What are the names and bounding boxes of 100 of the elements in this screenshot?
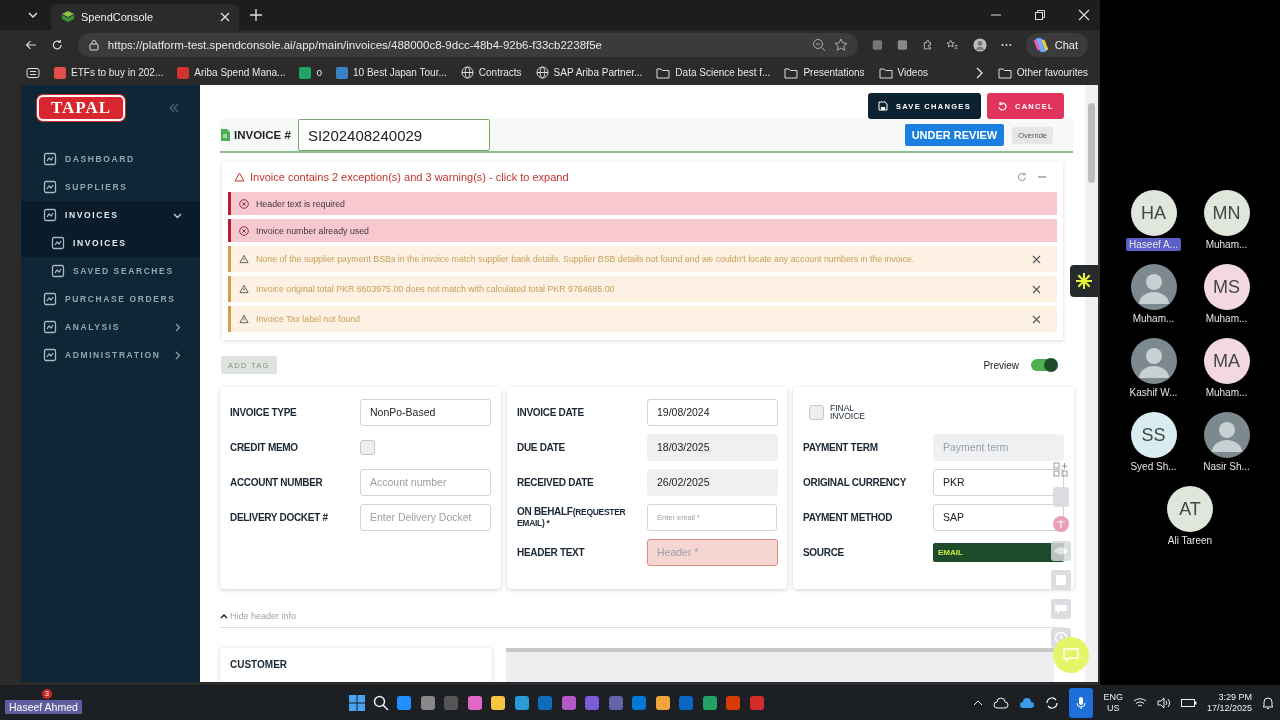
browser-tab[interactable]: SpendConsole: [51, 4, 239, 30]
app-icon[interactable]: [560, 694, 577, 711]
nav-item[interactable]: INVOICES: [21, 229, 200, 257]
speaker-icon[interactable]: [1156, 696, 1171, 709]
invoice-number-field[interactable]: SI202408240029: [297, 119, 490, 151]
text-field[interactable]: 26/02/2025: [647, 468, 778, 496]
bell-icon[interactable]: [1262, 695, 1274, 710]
cloud-icon[interactable]: [993, 696, 1010, 709]
app-icon[interactable]: [466, 694, 483, 711]
app-icon[interactable]: [490, 694, 506, 711]
text-field[interactable]: Header *: [647, 538, 778, 566]
close-icon[interactable]: [1032, 284, 1041, 294]
avatar-icon[interactable]: [1130, 264, 1177, 310]
bookmark[interactable]: Data Science best f...: [656, 66, 771, 79]
close-icon[interactable]: [1032, 254, 1041, 264]
participant-name: Muham...: [1204, 238, 1249, 251]
bookmark[interactable]: Contracts: [460, 66, 522, 79]
extension-icon[interactable]: [896, 38, 908, 52]
text-field[interactable]: SAP: [933, 503, 1064, 531]
text-field[interactable]: PKR: [933, 468, 1064, 496]
app-icon[interactable]: [513, 694, 530, 711]
bookmark[interactable]: Ariba Spend Mana...: [177, 66, 286, 79]
participant-name: Muham...: [1204, 312, 1249, 325]
text-field[interactable]: Account number: [360, 468, 491, 496]
profile-icon[interactable]: [972, 36, 987, 54]
nav-item[interactable]: SAVED SEARCHES: [21, 257, 200, 285]
clock-time[interactable]: 3:29 PM: [1218, 691, 1252, 703]
warning-icon: [239, 254, 249, 264]
checkbox[interactable]: [809, 404, 824, 420]
asterisk-icon: [1075, 272, 1093, 290]
star-icon[interactable]: [833, 38, 848, 52]
add-widget-icon[interactable]: [1053, 462, 1069, 478]
field-label: ACCOUNT NUMBER: [230, 476, 324, 488]
nav-item[interactable]: ADMINISTRATION: [21, 341, 200, 369]
checkbox[interactable]: [360, 439, 375, 455]
new-tab-icon[interactable]: [249, 8, 263, 22]
text-field[interactable]: 18/03/2025: [647, 433, 778, 461]
windows-start-icon[interactable]: [349, 694, 365, 711]
bookmark[interactable]: o: [299, 66, 322, 79]
logo[interactable]: TAPAL: [37, 95, 126, 121]
bookmark[interactable]: 10 Best Japan Tour...: [336, 66, 447, 79]
search-icon[interactable]: [372, 694, 389, 711]
refresh-icon[interactable]: [1017, 172, 1027, 182]
favorites-icon[interactable]: [946, 38, 959, 52]
text-field[interactable]: Enter Delivery Docket: [360, 503, 491, 531]
avatar-icon[interactable]: [1130, 338, 1177, 384]
close-icon[interactable]: [1032, 314, 1041, 324]
text-field[interactable]: 19/08/2024: [647, 398, 778, 426]
preview-toggle[interactable]: [1031, 359, 1057, 371]
nav-item[interactable]: PURCHASE ORDERS: [21, 285, 200, 313]
language-label[interactable]: ENG: [1103, 691, 1123, 703]
invoice-label: INVOICE #: [234, 129, 291, 141]
bookmark[interactable]: ETFs to buy in 202...: [54, 66, 164, 79]
app-icon[interactable]: [419, 694, 436, 711]
bookmark[interactable]: SAP Ariba Partner...: [535, 66, 643, 79]
folder-icon: [878, 66, 893, 79]
nav-item[interactable]: DASHBOARD: [21, 145, 200, 173]
region-label[interactable]: US: [1106, 702, 1120, 714]
app-icon[interactable]: [396, 694, 412, 711]
app-icon[interactable]: [654, 694, 671, 711]
microphone-button[interactable]: [1069, 687, 1094, 718]
assistant-widget[interactable]: [1070, 265, 1098, 297]
wifi-icon[interactable]: [1132, 696, 1147, 709]
field-label: ORIGINAL CURRENCY: [803, 476, 908, 488]
sync-icon[interactable]: [1045, 695, 1060, 710]
bookmark[interactable]: Videos: [878, 66, 928, 79]
preview-label: Preview: [983, 359, 1019, 371]
warning-icon: [234, 172, 245, 182]
field-label: HEADER TEXT: [517, 546, 586, 558]
collapse-icon[interactable]: [168, 103, 180, 113]
participant-name: Kashif W...: [1128, 386, 1179, 399]
text-field[interactable]: NonPo-Based: [360, 398, 491, 426]
folder-icon: [997, 66, 1012, 79]
bookmark[interactable]: Presentations: [784, 66, 865, 79]
clock-date[interactable]: 17/12/2025: [1206, 702, 1252, 714]
nav-item[interactable]: ANALYSIS: [21, 313, 200, 341]
avatar-icon[interactable]: [1203, 412, 1250, 458]
restore-icon[interactable]: [1034, 9, 1046, 21]
chevron-up-icon[interactable]: [973, 698, 984, 707]
alerts-summary[interactable]: Invoice contains 2 exception(s) and 3 warning(s) - click to expand: [234, 171, 569, 183]
scrollbar[interactable]: [1085, 85, 1098, 682]
nav-item[interactable]: INVOICES: [21, 201, 200, 229]
puzzle-icon[interactable]: [921, 38, 933, 52]
battery-icon[interactable]: [1180, 697, 1197, 708]
avatar[interactable]: MS: [1203, 264, 1250, 310]
extension-icon[interactable]: [871, 38, 883, 52]
alert-text: None of the supplier payment BSBs in the invoice match supplier bank details. Supplier BSB details not found and we couldn't locate any account numbers in the invoice.: [256, 254, 915, 264]
copilot-icon: [1031, 36, 1050, 54]
avatar[interactable]: MA: [1203, 338, 1250, 384]
copilot-chat-button[interactable]: Chat: [1025, 33, 1088, 57]
avatar[interactable]: SS: [1130, 412, 1177, 458]
bookmark[interactable]: Other favourites: [997, 66, 1088, 79]
sidebar-toggle-icon[interactable]: [26, 66, 40, 79]
avatar[interactable]: MN: [1203, 190, 1250, 236]
zoom-icon[interactable]: [811, 38, 826, 52]
avatar[interactable]: HA: [1130, 190, 1177, 236]
avatar[interactable]: AT: [1167, 486, 1213, 532]
address-bar[interactable]: https://platform-test.spendconsole.ai/app/main/invoices/488000c8-9dcc-48b4-92b6-f33cb2238f5e: [77, 33, 858, 57]
app-icon[interactable]: [701, 694, 718, 711]
nav-item[interactable]: SUPPLIERS: [21, 173, 200, 201]
